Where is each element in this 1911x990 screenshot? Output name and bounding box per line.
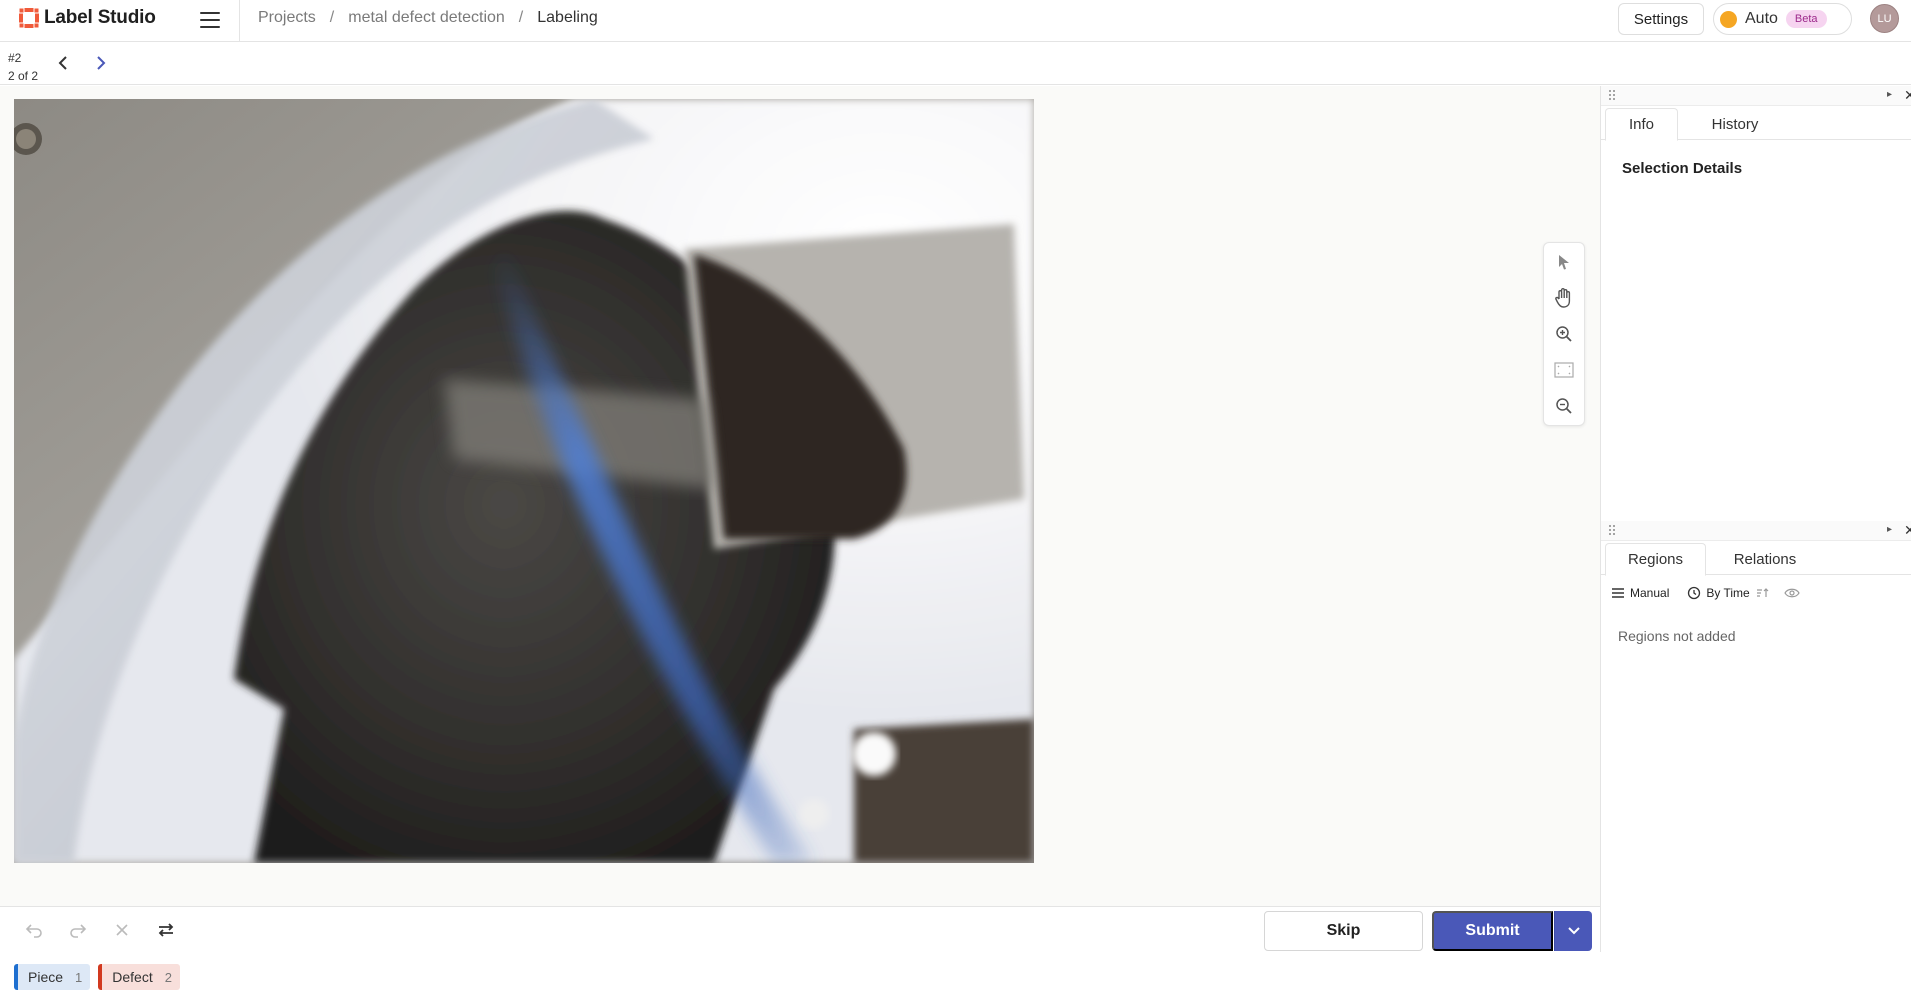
- label-studio-logo-icon: [18, 7, 40, 29]
- breadcrumb-separator: /: [329, 9, 335, 26]
- close-panel-icon[interactable]: ✕: [1904, 87, 1911, 104]
- group-manual-button[interactable]: Manual: [1611, 586, 1669, 600]
- task-image[interactable]: [14, 99, 1034, 863]
- regions-toolbar: Manual By Time: [1611, 586, 1800, 600]
- label-hotkey: 2: [164, 969, 172, 985]
- collapse-panel-icon[interactable]: ▸: [1887, 89, 1892, 100]
- tab-regions[interactable]: Regions: [1605, 543, 1706, 576]
- app-logo[interactable]: Label Studio: [18, 7, 156, 29]
- selection-details-title: Selection Details: [1622, 160, 1743, 177]
- chevron-right-icon: [97, 56, 106, 70]
- clock-icon: [1688, 586, 1701, 600]
- app-name: Label Studio: [44, 7, 156, 28]
- metal-part-image: [14, 99, 1034, 863]
- header-divider: [239, 0, 240, 42]
- label-list: Piece 1 Defect 2: [14, 964, 180, 990]
- labeling-area: Piece 1 Defect 2: [0, 86, 1600, 990]
- side-panel: ▸ ✕ Info History Selection Details ▸ ✕ R…: [1600, 86, 1911, 952]
- zoom-out-icon[interactable]: [1551, 393, 1577, 419]
- breadcrumb-project[interactable]: metal defect detection: [348, 9, 505, 27]
- image-toolbar: [1543, 242, 1585, 426]
- chevron-down-icon: [1567, 927, 1580, 935]
- label-name: Defect: [112, 969, 153, 985]
- undo-icon[interactable]: [22, 918, 46, 942]
- pointer-icon[interactable]: [1551, 249, 1577, 275]
- swap-icon[interactable]: [154, 918, 178, 942]
- reset-icon[interactable]: [110, 918, 134, 942]
- submit-button[interactable]: Submit: [1432, 911, 1553, 951]
- eye-icon[interactable]: [1784, 587, 1800, 599]
- tab-relations[interactable]: Relations: [1715, 543, 1815, 575]
- sort-label: By Time: [1706, 586, 1750, 600]
- redo-icon[interactable]: [66, 918, 90, 942]
- chevron-left-icon: [58, 56, 67, 70]
- label-hotkey: 1: [75, 969, 83, 985]
- menu-icon[interactable]: [199, 10, 221, 30]
- settings-button[interactable]: Settings: [1618, 3, 1704, 35]
- hand-icon[interactable]: [1551, 285, 1577, 311]
- tab-info[interactable]: Info: [1605, 108, 1678, 141]
- info-panel-header: ▸ ✕: [1601, 86, 1911, 106]
- beta-badge: Beta: [1785, 10, 1827, 28]
- breadcrumb: Projects / metal defect detection / Labe…: [258, 9, 598, 27]
- breadcrumb-projects[interactable]: Projects: [258, 9, 316, 27]
- auto-label: Auto: [1745, 10, 1778, 27]
- collapse-panel-icon[interactable]: ▸: [1887, 524, 1892, 535]
- task-navigation-bar: #2 2 of 2: [0, 43, 1911, 85]
- submit-options-button[interactable]: [1554, 911, 1592, 951]
- tab-history[interactable]: History: [1685, 108, 1785, 140]
- regions-empty-state: Regions not added: [1618, 628, 1736, 644]
- regions-tabs: Regions Relations: [1601, 543, 1911, 576]
- label-name: Piece: [28, 969, 64, 985]
- sort-order-icon[interactable]: [1756, 587, 1770, 599]
- label-piece[interactable]: Piece 1: [14, 964, 91, 990]
- zoom-to-fit-icon[interactable]: [1551, 357, 1577, 383]
- info-tabs: Info History: [1601, 108, 1911, 141]
- zoom-in-icon[interactable]: [1551, 321, 1577, 347]
- task-id: #2: [8, 51, 22, 65]
- breadcrumb-current: Labeling: [537, 9, 598, 26]
- prev-task-button[interactable]: [52, 52, 74, 74]
- task-position: 2 of 2: [8, 69, 39, 83]
- group-label: Manual: [1630, 586, 1670, 600]
- drag-handle-icon[interactable]: [1609, 90, 1617, 101]
- auto-annotation-toggle[interactable]: Auto Beta: [1713, 3, 1852, 35]
- breadcrumb-separator: /: [518, 9, 524, 26]
- action-bar: Skip Submit: [0, 906, 1600, 952]
- list-icon: [1612, 588, 1624, 598]
- next-task-button[interactable]: [90, 52, 112, 74]
- regions-panel-header: ▸ ✕: [1601, 521, 1911, 541]
- skip-button[interactable]: Skip: [1264, 911, 1423, 951]
- auto-status-dot: [1720, 10, 1737, 28]
- close-panel-icon[interactable]: ✕: [1904, 522, 1911, 539]
- sort-by-time-button[interactable]: By Time: [1687, 586, 1750, 600]
- label-defect[interactable]: Defect 2: [98, 964, 180, 990]
- avatar[interactable]: LU: [1870, 4, 1899, 33]
- drag-handle-icon[interactable]: [1609, 525, 1617, 536]
- task-info: #2 2 of 2: [8, 49, 38, 85]
- top-bar: Label Studio Projects / metal defect det…: [0, 0, 1911, 42]
